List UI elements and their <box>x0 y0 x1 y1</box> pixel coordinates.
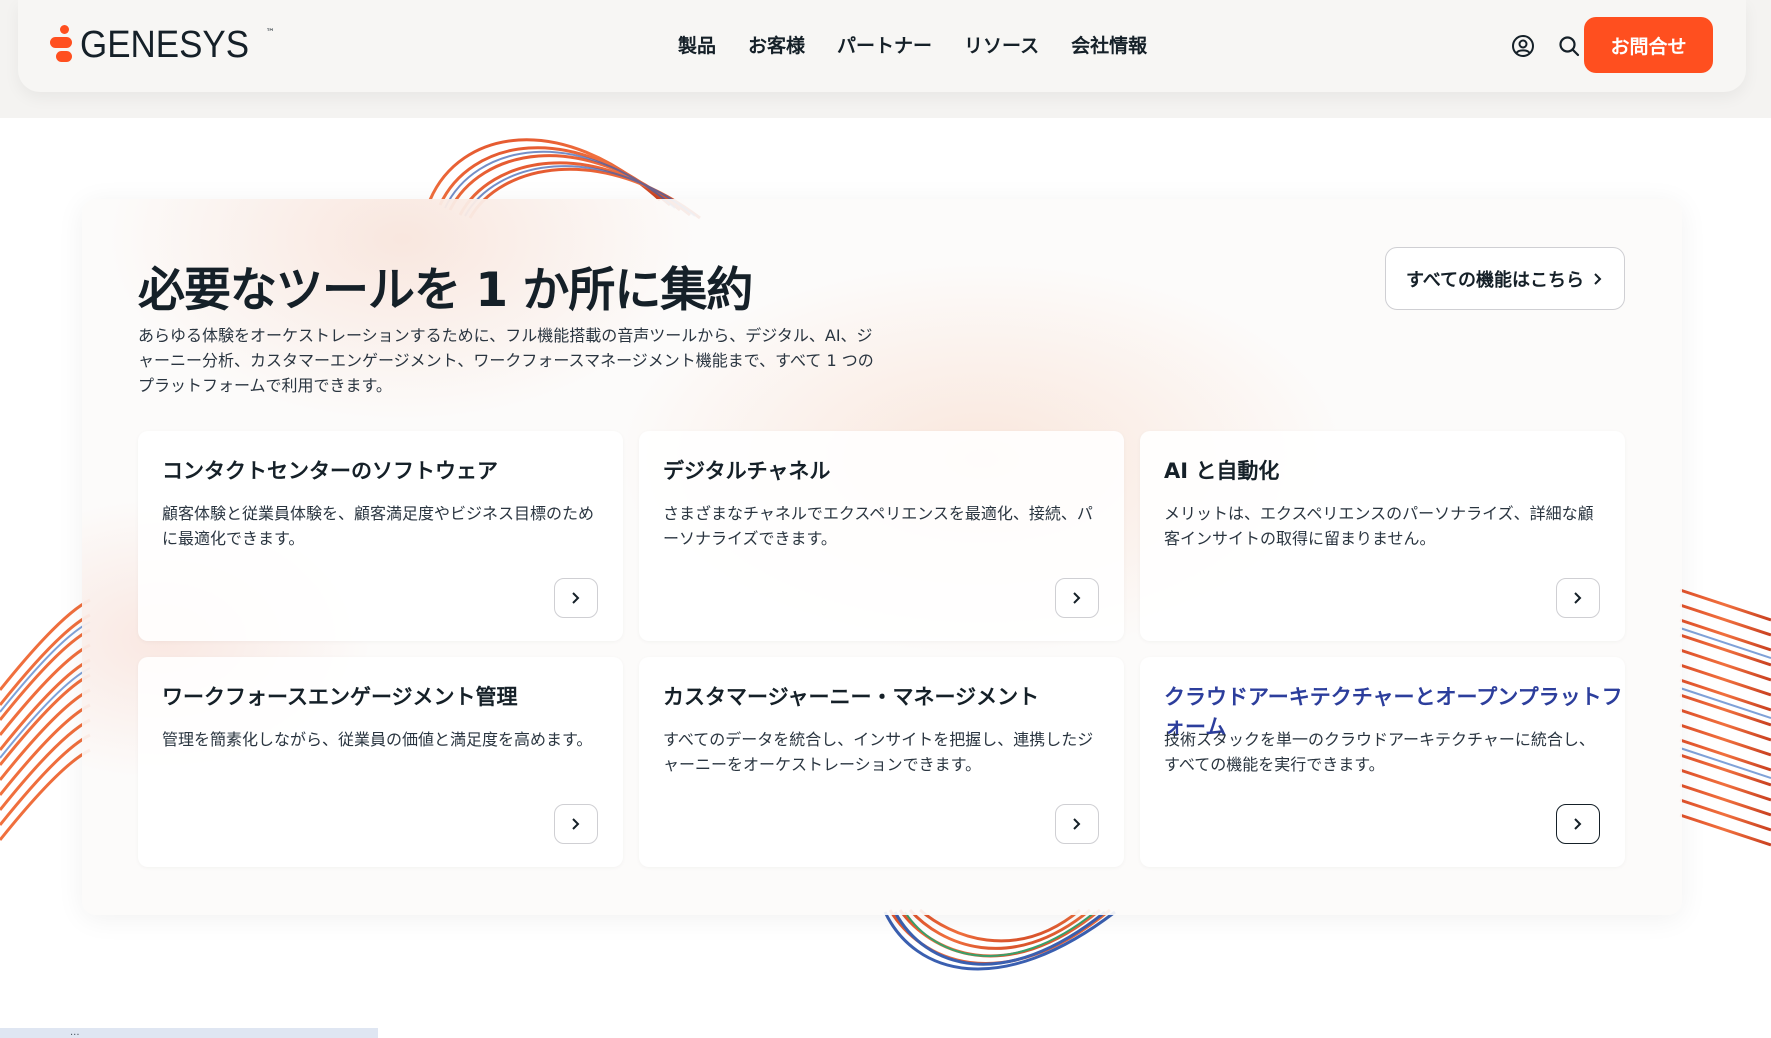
contact-button[interactable]: お問合せ <box>1584 17 1713 73</box>
all-features-button[interactable]: すべての機能はこちら <box>1385 247 1625 310</box>
chevron-right-icon <box>1073 592 1081 604</box>
genesys-logo[interactable]: GENESYS ™ <box>50 23 275 66</box>
all-features-label: すべての機能はこちら <box>1405 269 1585 291</box>
card-description: 技術スタックを単一のクラウドアーキテクチャーに統合し、すべての機能を実行できます… <box>1164 730 1595 774</box>
top-nav: GENESYS ™ 製品 お客様 パートナー リソース 会社情報 <box>18 0 1746 92</box>
chevron-right-icon <box>1574 818 1582 830</box>
chevron-right-icon <box>1574 592 1582 604</box>
card-description: 顧客体験と従業員体験を、顧客満足度やビジネス目標のために最適化できます。 <box>162 504 595 548</box>
card-cloud-architecture[interactable]: クラウドアーキテクチャーとオープンプラットフォーム 技術スタックを単一のクラウド… <box>1140 657 1625 867</box>
card-description: すべてのデータを統合し、インサイトを把握し、連携したジャーニーをオーケストレーシ… <box>663 730 1094 774</box>
chevron-right-icon <box>1594 272 1602 285</box>
chevron-right-icon <box>1073 818 1081 830</box>
card-description: メリットは、エクスペリエンスのパーソナライズ、詳細な顧客インサイトの取得に留まり… <box>1164 504 1594 548</box>
nav-links: 製品 お客様 パートナー リソース 会社情報 <box>678 31 1147 58</box>
nav-link-resources[interactable]: リソース <box>964 31 1039 58</box>
card-description: 管理を簡素化しながら、従業員の価値と満足度を高めます。 <box>162 730 593 749</box>
card-customer-journey[interactable]: カスタマージャーニー・マネージメント すべてのデータを統合し、インサイトを把握し… <box>639 657 1124 867</box>
card-arrow-button[interactable] <box>554 804 598 844</box>
account-icon[interactable] <box>1511 34 1535 58</box>
card-title: ワークフォースエンゲージメント管理 <box>162 685 518 709</box>
genesys-logo-mark <box>50 25 76 65</box>
card-title: コンタクトセンターのソフトウェア <box>162 459 498 483</box>
card-title: デジタルチャネル <box>663 459 831 483</box>
card-description: さまざまなチャネルでエクスペリエンスを最適化、接続、パーソナライズできます。 <box>663 504 1093 548</box>
nav-link-products[interactable]: 製品 <box>678 31 716 58</box>
nav-icons <box>1511 34 1581 58</box>
card-arrow-button[interactable] <box>554 578 598 618</box>
status-bar-url: ... <box>0 1028 378 1038</box>
nav-link-company[interactable]: 会社情報 <box>1071 31 1147 58</box>
card-arrow-button[interactable] <box>1556 804 1600 844</box>
page-title: 必要なツールを 1 か所に集約 <box>138 263 753 318</box>
card-workforce-engagement[interactable]: ワークフォースエンゲージメント管理 管理を簡素化しながら、従業員の価値と満足度を… <box>138 657 623 867</box>
search-icon[interactable] <box>1557 34 1581 58</box>
features-panel: 必要なツールを 1 か所に集約 あらゆる体験をオーケストレーションするために、フ… <box>82 199 1682 915</box>
card-arrow-button[interactable] <box>1055 804 1099 844</box>
card-title: カスタマージャーニー・マネージメント <box>663 685 1040 709</box>
card-arrow-button[interactable] <box>1556 578 1600 618</box>
chevron-right-icon <box>572 818 580 830</box>
page-description: あらゆる体験をオーケストレーションするために、フル機能搭載の音声ツールから、デジ… <box>138 326 874 395</box>
card-contact-center[interactable]: コンタクトセンターのソフトウェア 顧客体験と従業員体験を、顧客満足度やビジネス目… <box>138 431 623 641</box>
nav-link-customers[interactable]: お客様 <box>748 31 805 58</box>
card-arrow-button[interactable] <box>1055 578 1099 618</box>
card-ai-automation[interactable]: AI と自動化 メリットは、エクスペリエンスのパーソナライズ、詳細な顧客インサイ… <box>1140 431 1625 641</box>
logo-trademark: ™ <box>265 28 275 38</box>
card-title: AI と自動化 <box>1164 459 1280 483</box>
card-digital-channels[interactable]: デジタルチャネル さまざまなチャネルでエクスペリエンスを最適化、接続、パーソナラ… <box>639 431 1124 641</box>
nav-link-partners[interactable]: パートナー <box>837 31 932 58</box>
logo-text: GENESYS <box>80 23 250 66</box>
chevron-right-icon <box>572 592 580 604</box>
